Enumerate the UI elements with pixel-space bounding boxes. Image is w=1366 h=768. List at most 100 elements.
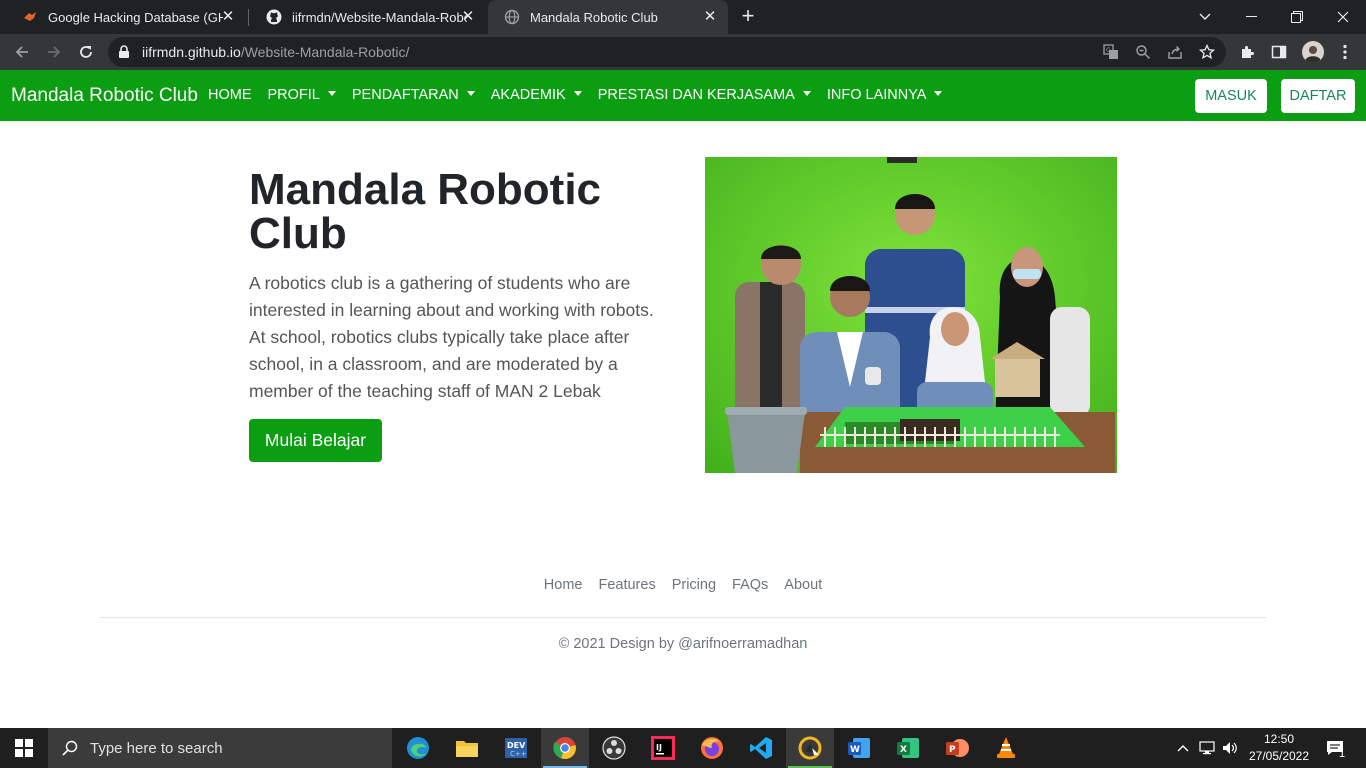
tab-title: Google Hacking Database (GHDB) <box>48 9 223 25</box>
footer-copyright: © 2021 Design by @arifnoerramadhan <box>558 636 808 652</box>
word-icon[interactable]: W <box>835 728 883 768</box>
close-tab-icon[interactable]: ✕ <box>220 9 236 25</box>
close-tab-icon[interactable]: ✕ <box>702 9 718 25</box>
translate-icon[interactable]: G <box>1102 43 1120 61</box>
obs-icon[interactable] <box>590 728 638 768</box>
footer-divider <box>100 617 1266 618</box>
tab-title: iifrmdn/Website-Mandala-Robotic <box>292 9 467 25</box>
tab-title: Mandala Robotic Club <box>530 9 658 25</box>
arduino-ide-icon[interactable] <box>786 728 834 768</box>
svg-text:IJ: IJ <box>656 743 662 752</box>
url-text: iifrmdn.github.io/Website-Mandala-Roboti… <box>142 44 409 60</box>
caret-down-icon <box>802 91 811 96</box>
tab-separator <box>248 9 249 26</box>
url-path: /Website-Mandala-Robotic/ <box>240 44 410 60</box>
github-icon <box>266 9 282 25</box>
footer-link-features[interactable]: Features <box>598 577 655 593</box>
windows-start-icon[interactable] <box>0 728 48 768</box>
caret-down-icon <box>327 91 336 96</box>
svg-text:W: W <box>850 745 860 755</box>
side-panel-icon[interactable] <box>1270 43 1288 61</box>
network-icon[interactable] <box>1198 739 1216 757</box>
nav-home-label: HOME <box>208 87 252 103</box>
taskbar-clock[interactable]: 12:50 27/05/2022 <box>1244 731 1314 765</box>
notification-count-badge: 1 <box>1339 748 1346 760</box>
caret-down-icon <box>573 91 582 96</box>
nav-akademik-dropdown[interactable]: AKADEMIK <box>491 87 582 103</box>
taskbar-search-placeholder: Type here to search <box>90 739 223 757</box>
close-window-icon[interactable] <box>1320 0 1366 34</box>
clock-date: 27/05/2022 <box>1248 749 1310 763</box>
globe-icon <box>504 9 520 25</box>
svg-text:G: G <box>1106 47 1111 54</box>
volume-icon[interactable] <box>1221 739 1239 757</box>
nav-pendaftaran-dropdown[interactable]: PENDAFTARAN <box>352 87 475 103</box>
restore-window-icon[interactable] <box>1274 0 1320 34</box>
tab-github-repo[interactable]: iifrmdn/Website-Mandala-Robotic ✕ <box>250 0 486 34</box>
back-arrow-icon[interactable] <box>8 38 36 66</box>
search-icon <box>62 740 78 756</box>
firefox-icon[interactable] <box>688 728 736 768</box>
tab-mandala-robotic-club[interactable]: Mandala Robotic Club ✕ <box>488 0 728 34</box>
extensions-puzzle-icon[interactable] <box>1238 43 1256 61</box>
vscode-icon[interactable] <box>737 728 785 768</box>
clock-time: 12:50 <box>1263 732 1295 746</box>
footer-link-about[interactable]: About <box>784 577 822 593</box>
nav-prestasi-dropdown[interactable]: PRESTASI DAN KERJASAMA <box>598 87 811 103</box>
login-button[interactable]: MASUK <box>1195 79 1267 113</box>
nav-home[interactable]: HOME <box>208 87 252 103</box>
dev-cpp-icon[interactable]: DEV C++ <box>492 728 540 768</box>
chrome-menu-icon[interactable] <box>1336 43 1354 61</box>
svg-text:C++: C++ <box>510 750 527 758</box>
footer-link-home[interactable]: Home <box>544 577 583 593</box>
intellij-idea-icon[interactable]: IJ <box>639 728 687 768</box>
browser-toolbar: iifrmdn.github.io/Website-Mandala-Roboti… <box>0 34 1366 70</box>
profile-avatar[interactable] <box>1302 41 1324 63</box>
hero-title: Mandala Robotic Club <box>249 165 602 258</box>
windows-taskbar: Type here to search DEV C++ IJ W X P 12:… <box>0 728 1366 768</box>
chrome-icon[interactable] <box>541 728 589 768</box>
show-hidden-icons-chevron-icon[interactable] <box>1174 739 1192 757</box>
edge-icon[interactable] <box>394 728 442 768</box>
taskbar-search-box[interactable]: Type here to search <box>48 728 392 768</box>
svg-text:X: X <box>900 745 907 755</box>
excel-icon[interactable]: X <box>884 728 932 768</box>
nav-profil-dropdown[interactable]: PROFIL <box>268 87 336 103</box>
tab-google-hacking-database[interactable]: Google Hacking Database (GHDB) ✕ <box>6 0 246 34</box>
svg-text:DEV: DEV <box>507 741 526 750</box>
forward-arrow-icon[interactable] <box>40 38 68 66</box>
zoom-icon[interactable] <box>1134 43 1152 61</box>
nav-info-lainnya-dropdown[interactable]: INFO LAINNYA <box>827 87 943 103</box>
tab-search-chevron-icon[interactable] <box>1182 0 1228 34</box>
file-explorer-icon[interactable] <box>443 728 491 768</box>
register-button[interactable]: DAFTAR <box>1281 79 1355 113</box>
navbar-links: HOME PROFIL PENDAFTARAN AKADEMIK PRESTAS… <box>208 87 958 103</box>
reload-icon[interactable] <box>72 38 100 66</box>
browser-tab-strip: Google Hacking Database (GHDB) ✕ iifrmdn… <box>0 0 1366 34</box>
footer-nav: Home Features Pricing FAQs About <box>0 577 1366 593</box>
hero-description: A robotics club is a gathering of studen… <box>249 273 654 401</box>
minimize-window-icon[interactable] <box>1228 0 1274 34</box>
share-icon[interactable] <box>1166 43 1184 61</box>
nav-akademik-label: AKADEMIK <box>490 87 566 103</box>
svg-text:P: P <box>949 745 956 755</box>
nav-pendaftaran-label: PENDAFTARAN <box>351 87 459 103</box>
footer-link-pricing[interactable]: Pricing <box>672 577 716 593</box>
nav-profil-label: PROFIL <box>267 87 320 103</box>
address-bar[interactable]: iifrmdn.github.io/Website-Mandala-Roboti… <box>108 37 1226 67</box>
url-host: iifrmdn.github.io <box>142 44 241 60</box>
nav-info-lainnya-label: INFO LAINNYA <box>826 87 927 103</box>
lock-icon[interactable] <box>118 45 130 64</box>
navbar-brand[interactable]: Mandala Robotic Club <box>11 85 198 107</box>
club-group-photo <box>705 157 1117 473</box>
bookmark-star-icon[interactable] <box>1198 43 1216 61</box>
close-tab-icon[interactable]: ✕ <box>460 9 476 25</box>
footer-link-faqs[interactable]: FAQs <box>732 577 768 593</box>
start-learning-button[interactable]: Mulai Belajar <box>249 419 382 462</box>
caret-down-icon <box>934 91 943 96</box>
new-tab-plus-icon[interactable]: + <box>736 5 760 29</box>
nav-prestasi-label: PRESTASI DAN KERJASAMA <box>597 87 795 103</box>
vlc-icon[interactable] <box>982 728 1030 768</box>
site-navbar: Mandala Robotic Club HOME PROFIL PENDAFT… <box>0 70 1366 121</box>
powerpoint-icon[interactable]: P <box>933 728 981 768</box>
